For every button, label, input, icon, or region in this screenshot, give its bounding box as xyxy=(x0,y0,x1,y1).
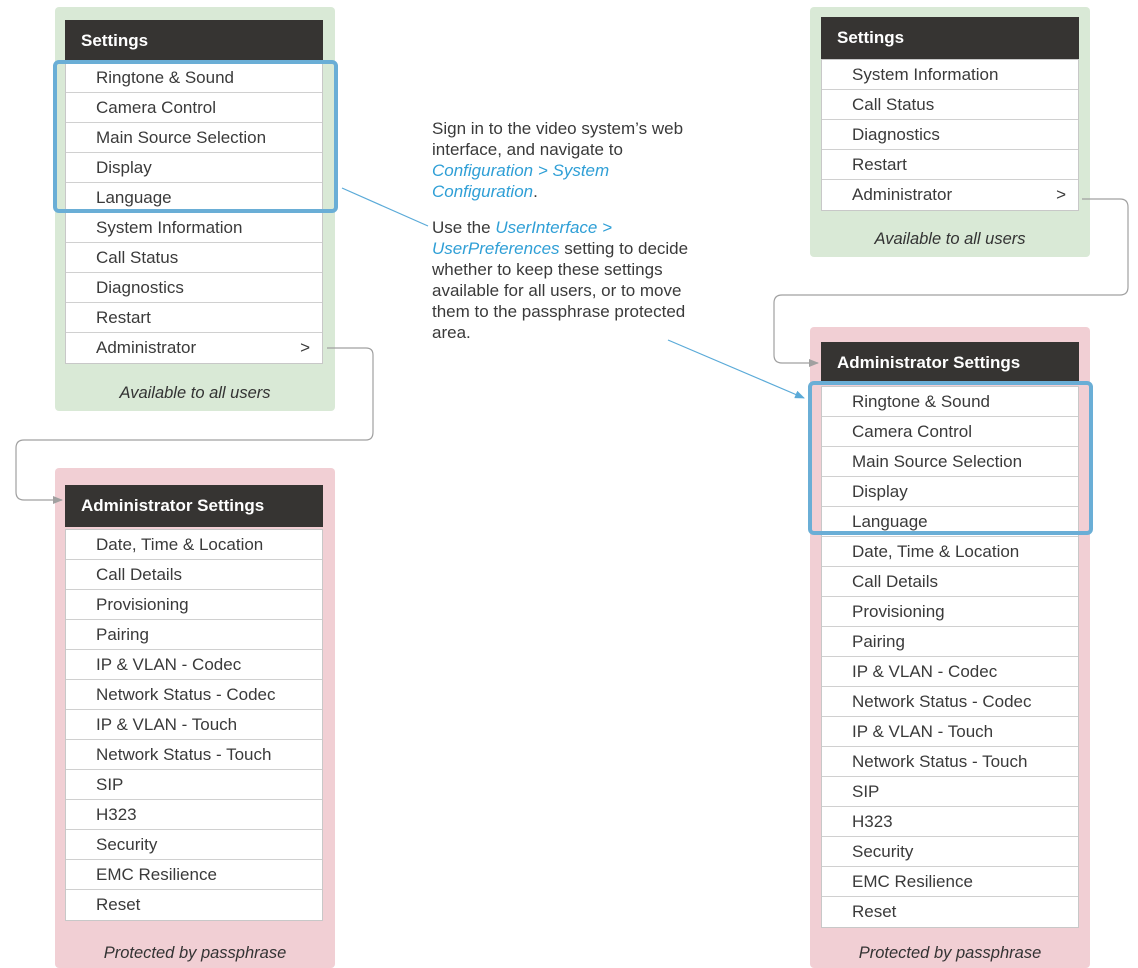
connector-lines xyxy=(15,187,1129,504)
move-arrow-part-2 xyxy=(667,339,805,399)
move-arrow-part-1 xyxy=(341,187,429,227)
left-admin-connector xyxy=(15,347,374,504)
right-admin-connector xyxy=(773,198,1129,367)
